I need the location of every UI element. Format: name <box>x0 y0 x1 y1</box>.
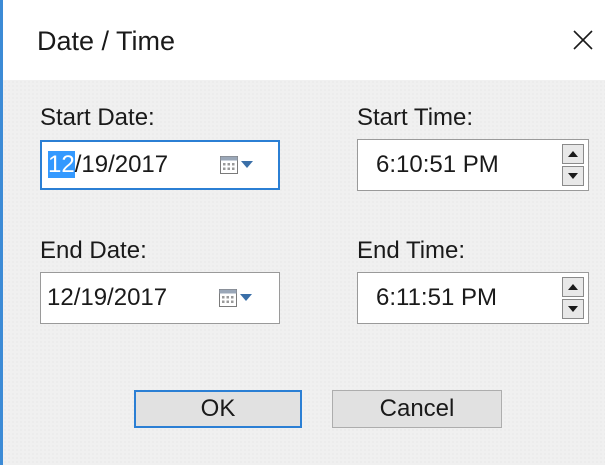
start-time-spinner <box>562 144 584 186</box>
start-time-up-button[interactable] <box>562 144 584 164</box>
dialog-title: Date / Time <box>37 26 176 56</box>
start-time-picker[interactable]: 6:10:51 PM <box>357 139 589 191</box>
start-date-dropdown-button[interactable] <box>220 156 253 174</box>
end-time-down-button[interactable] <box>562 299 584 319</box>
end-date-value: 12/19/2017 <box>47 284 168 311</box>
start-date-rest: /19/2017 <box>74 151 169 178</box>
cancel-button[interactable]: Cancel <box>332 390 502 428</box>
calendar-icon <box>219 289 237 307</box>
start-date-value: 12/19/2017 <box>48 151 168 179</box>
spin-up-icon <box>568 284 578 290</box>
title-bar: Date / Time <box>3 0 605 80</box>
start-date-month-selected: 12 <box>48 151 75 178</box>
end-date-label: End Date: <box>40 237 147 264</box>
spin-up-icon <box>568 151 578 157</box>
start-time-value: 6:10:51 PM <box>376 151 499 178</box>
chevron-down-icon <box>241 161 253 168</box>
end-date-picker[interactable]: 12/19/2017 <box>40 272 280 324</box>
calendar-icon <box>220 156 238 174</box>
end-time-spinner <box>562 277 584 319</box>
chevron-down-icon <box>240 294 252 301</box>
spin-down-icon <box>568 306 578 312</box>
spin-down-icon <box>568 173 578 179</box>
ok-button[interactable]: OK <box>134 390 302 428</box>
end-time-value: 6:11:51 PM <box>376 284 497 311</box>
start-time-down-button[interactable] <box>562 166 584 186</box>
start-time-label: Start Time: <box>357 104 474 131</box>
end-time-picker[interactable]: 6:11:51 PM <box>357 272 589 324</box>
close-icon <box>573 30 593 50</box>
end-date-dropdown-button[interactable] <box>219 289 252 307</box>
end-time-label: End Time: <box>357 237 466 264</box>
start-date-label: Start Date: <box>40 104 155 131</box>
end-time-up-button[interactable] <box>562 277 584 297</box>
start-date-picker[interactable]: 12/19/2017 <box>40 140 280 190</box>
close-button[interactable] <box>561 18 605 62</box>
